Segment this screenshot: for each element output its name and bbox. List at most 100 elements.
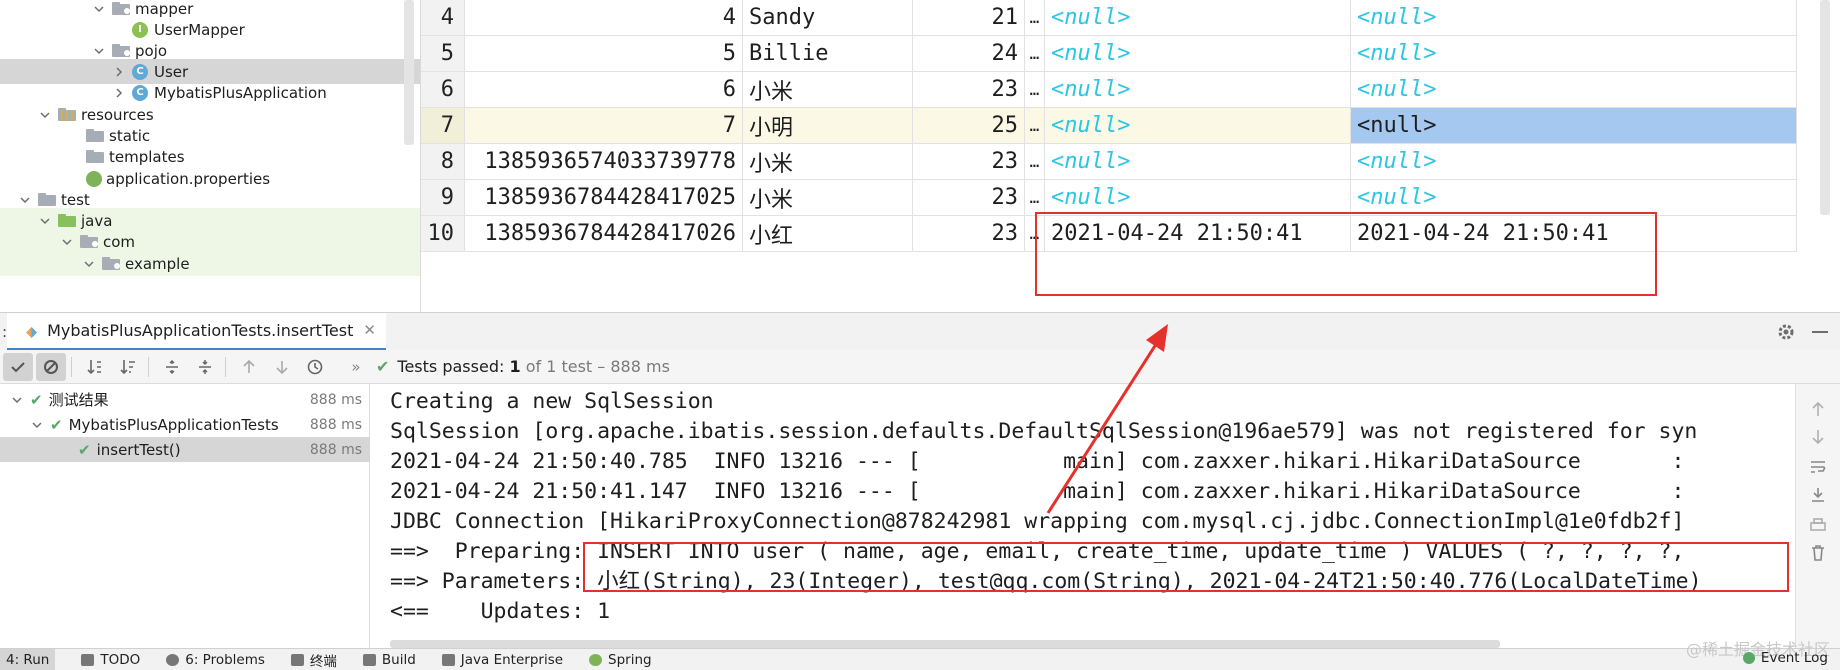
more-chevron-icon[interactable]: » xyxy=(348,353,364,381)
test-results-tree: ✔ 测试结果 888 ms ✔ MybatisPlusApplicationTe… xyxy=(0,384,370,648)
table-row[interactable]: 5 5 Billie 24 … <null> <null> xyxy=(421,36,1797,72)
cell-create-time[interactable]: <null> xyxy=(1045,72,1351,108)
show-ignored-button[interactable] xyxy=(36,352,66,381)
table-row[interactable]: 6 6 小米 23 … <null> <null> xyxy=(421,72,1797,108)
test-node-class[interactable]: ✔ MybatisPlusApplicationTests 888 ms xyxy=(0,412,370,437)
cell-age[interactable]: 23 xyxy=(913,144,1025,180)
cell-age[interactable]: 25 xyxy=(913,108,1025,144)
tree-item-label: com xyxy=(103,232,136,251)
tool-tab-todo[interactable]: TODO xyxy=(81,652,140,668)
tree-item-example[interactable]: example xyxy=(0,251,420,276)
arrow-down-icon[interactable] xyxy=(267,353,297,381)
chevron-right-icon[interactable] xyxy=(112,86,126,100)
cell-name[interactable]: Billie xyxy=(743,36,913,72)
expand-all-icon[interactable] xyxy=(157,353,187,381)
sort-by-duration-icon[interactable] xyxy=(113,353,143,381)
tool-tab-label: 6: Problems xyxy=(185,651,265,668)
sort-alphabetically-icon[interactable] xyxy=(80,353,110,381)
collapse-all-icon[interactable] xyxy=(190,353,220,381)
history-icon[interactable] xyxy=(300,353,330,381)
tool-window-bar: 4: Run TODO 6: Problems 终端 Build Java En… xyxy=(0,648,1840,670)
cell-email[interactable]: … xyxy=(1025,180,1045,216)
event-log-button[interactable]: Event Log xyxy=(1742,650,1828,666)
chevron-down-icon[interactable] xyxy=(92,44,106,58)
cell-name[interactable]: 小米 xyxy=(743,180,913,216)
gear-icon[interactable] xyxy=(1776,322,1796,342)
cell-id[interactable]: 6 xyxy=(465,72,743,108)
cell-id[interactable]: 5 xyxy=(465,36,743,72)
test-node-root[interactable]: ✔ 测试结果 888 ms xyxy=(0,387,370,412)
tree-scrollbar[interactable] xyxy=(404,0,414,145)
cell-create-time[interactable]: <null> xyxy=(1045,0,1351,36)
cell-update-time[interactable]: <null> xyxy=(1351,144,1797,180)
cell-age[interactable]: 24 xyxy=(913,36,1025,72)
cell-name[interactable]: 小红 xyxy=(743,216,913,252)
cell-update-time[interactable]: <null> xyxy=(1351,36,1797,72)
cell-name[interactable]: Sandy xyxy=(743,0,913,36)
cell-update-time[interactable]: <null> xyxy=(1351,72,1797,108)
table-row-selected[interactable]: 7 7 小明 25 … <null> <null> xyxy=(421,108,1797,144)
chevron-down-icon[interactable] xyxy=(30,418,44,432)
chevron-down-icon[interactable] xyxy=(92,2,106,16)
cell-email[interactable]: … xyxy=(1025,36,1045,72)
close-icon[interactable]: ✕ xyxy=(363,321,376,339)
table-row[interactable]: 9 1385936784428417025 小米 23 … <null> <nu… xyxy=(421,180,1797,216)
cell-age[interactable]: 23 xyxy=(913,180,1025,216)
scroll-to-end-icon[interactable] xyxy=(1808,486,1828,504)
spring-boot-class-icon: C xyxy=(132,84,148,101)
chevron-down-icon[interactable] xyxy=(38,214,52,228)
cell-id[interactable]: 1385936574033739778 xyxy=(465,144,743,180)
arrow-up-icon[interactable] xyxy=(234,353,264,381)
cell-update-time[interactable]: <null> xyxy=(1351,180,1797,216)
chevron-down-icon[interactable] xyxy=(18,193,32,207)
cell-age[interactable]: 21 xyxy=(913,0,1025,36)
cell-create-time[interactable]: <null> xyxy=(1045,36,1351,72)
test-node-method[interactable]: ✔ insertTest() 888 ms xyxy=(0,437,370,462)
cell-name[interactable]: 小米 xyxy=(743,72,913,108)
cell-id[interactable]: 4 xyxy=(465,0,743,36)
tool-tab-java-enterprise[interactable]: Java Enterprise xyxy=(441,652,563,668)
trash-icon[interactable] xyxy=(1808,544,1828,562)
cell-age[interactable]: 23 xyxy=(913,216,1025,252)
cell-id[interactable]: 7 xyxy=(465,108,743,144)
minimize-icon[interactable] xyxy=(1812,331,1828,333)
cell-update-time[interactable]: <null> xyxy=(1351,0,1797,36)
cell-update-time-selected[interactable]: <null> xyxy=(1351,108,1797,144)
print-icon[interactable] xyxy=(1808,516,1828,534)
check-icon: ✔ xyxy=(30,390,43,409)
cell-create-time[interactable]: <null> xyxy=(1045,144,1351,180)
console-horizontal-scrollbar[interactable] xyxy=(390,640,1500,648)
tool-tab-build[interactable]: Build xyxy=(362,652,416,668)
tool-tab-terminal[interactable]: 终端 xyxy=(290,650,337,670)
table-row[interactable]: 8 1385936574033739778 小米 23 … <null> <nu… xyxy=(421,144,1797,180)
soft-wrap-icon[interactable] xyxy=(1808,458,1828,476)
tool-tab-problems[interactable]: 6: Problems xyxy=(166,652,265,668)
chevron-down-icon[interactable] xyxy=(82,257,96,271)
show-passed-button[interactable] xyxy=(3,352,33,381)
chevron-down-icon[interactable] xyxy=(10,393,24,407)
cell-create-time[interactable]: <null> xyxy=(1045,108,1351,144)
chevron-down-icon[interactable] xyxy=(60,235,74,249)
folder-icon xyxy=(86,129,104,142)
cell-create-time[interactable]: <null> xyxy=(1045,180,1351,216)
arrow-down-icon[interactable] xyxy=(1808,428,1828,446)
cell-name[interactable]: 小米 xyxy=(743,144,913,180)
cell-email[interactable]: … xyxy=(1025,108,1045,144)
cell-id[interactable]: 1385936784428417026 xyxy=(465,216,743,252)
chevron-right-icon[interactable] xyxy=(112,65,126,79)
cell-email[interactable]: … xyxy=(1025,0,1045,36)
run-tab[interactable]: MybatisPlusApplicationTests.insertTest ✕ xyxy=(7,312,386,351)
grid-scrollbar[interactable] xyxy=(1820,0,1830,215)
cell-email[interactable]: … xyxy=(1025,72,1045,108)
table-row[interactable]: 4 4 Sandy 21 … <null> <null> xyxy=(421,0,1797,36)
chevron-down-icon[interactable] xyxy=(38,108,52,122)
cell-id[interactable]: 1385936784428417025 xyxy=(465,180,743,216)
cell-email[interactable]: … xyxy=(1025,144,1045,180)
cell-name[interactable]: 小明 xyxy=(743,108,913,144)
arrow-up-icon[interactable] xyxy=(1808,400,1828,418)
folder-icon xyxy=(38,193,56,206)
cell-age[interactable]: 23 xyxy=(913,72,1025,108)
tool-tab-spring[interactable]: Spring xyxy=(589,652,652,668)
tool-tab-run[interactable]: 4: Run xyxy=(0,648,56,670)
console-side-toolbar xyxy=(1795,384,1840,648)
